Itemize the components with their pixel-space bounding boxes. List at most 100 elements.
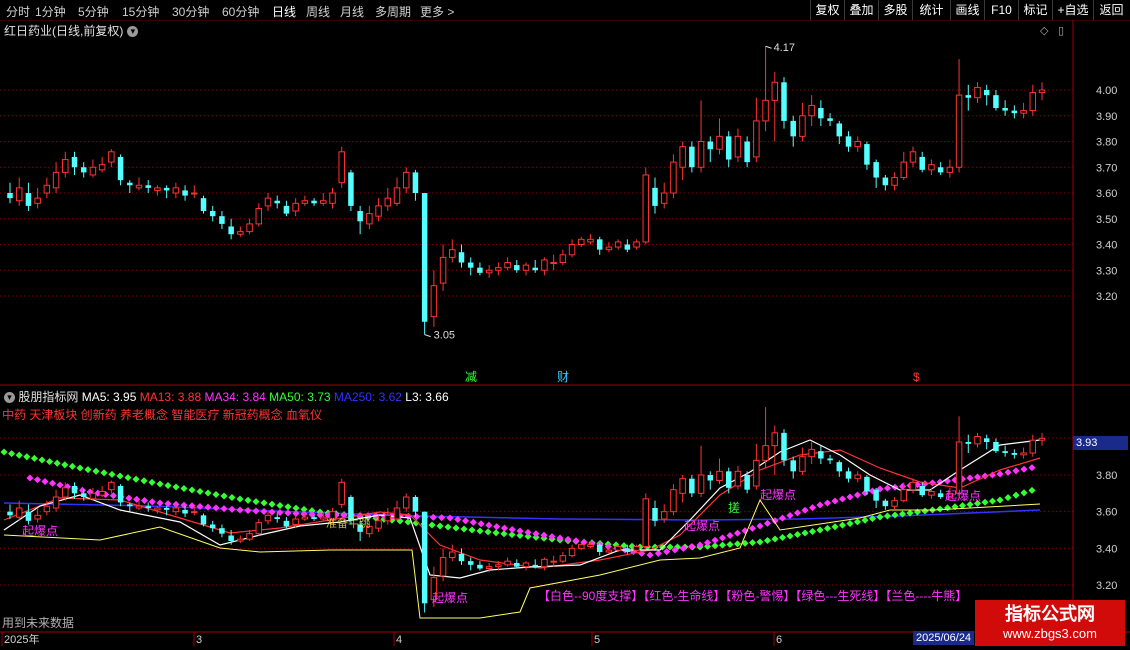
ma50-dot xyxy=(220,492,228,500)
indicator-candle-body xyxy=(670,489,677,513)
cursor-date-label: 2025/06/24 xyxy=(913,631,975,645)
ma34-dot xyxy=(846,493,854,501)
ma34-dot xyxy=(564,535,572,543)
price-tick-label: 3.80 xyxy=(1096,137,1117,149)
main-candle-body xyxy=(98,164,106,171)
indicator-candle-body xyxy=(477,564,483,569)
indicator-candle-body xyxy=(937,493,944,497)
main-candle-body xyxy=(348,172,354,206)
indicator-candle-body xyxy=(522,562,530,568)
ma34-dot xyxy=(1028,464,1036,472)
main-candle-body xyxy=(338,151,345,184)
ma50-dot xyxy=(140,477,148,485)
indicator-candle-body xyxy=(965,442,972,444)
ma34-dot xyxy=(763,519,772,527)
ma34-dot xyxy=(462,517,470,525)
indicator-candle-body xyxy=(62,487,69,498)
ma34-dot xyxy=(429,513,437,521)
indicator-title-bar: ▾ 股朋指标网 MA5: 3.95 MA13: 3.88 MA34: 3.84 … xyxy=(4,388,449,405)
indicator-candle-body xyxy=(108,481,115,491)
ma50-dot xyxy=(15,451,23,459)
indicator-candle-body xyxy=(172,507,180,513)
main-candle-body xyxy=(725,136,732,160)
ma34-dot xyxy=(33,476,42,484)
indicator-candle-body xyxy=(98,491,106,496)
indicator-candle-body xyxy=(799,456,806,472)
low-marker-label: 3.05 xyxy=(434,330,455,342)
main-candle-body xyxy=(430,285,438,318)
main-candle-body xyxy=(439,256,447,284)
ma34-dot xyxy=(524,528,532,536)
current-value-badge: 3.93 xyxy=(1073,436,1128,450)
main-candle-body xyxy=(301,200,309,204)
indicator-candle-body xyxy=(117,486,124,503)
indicator-candle-body xyxy=(458,553,465,562)
chart-canvas[interactable]: 4.00 3.90 3.80 3.70 3.60 3.50 3.40 3.30 3.20 3.80… xyxy=(0,0,1130,650)
main-candle-body xyxy=(292,202,299,212)
main-candle-body xyxy=(946,166,954,173)
main-candle-body xyxy=(228,226,234,235)
ma34-dot xyxy=(493,523,501,531)
ma50-dot xyxy=(228,493,236,502)
breakout-point-label: 起爆点 xyxy=(760,488,796,502)
indicator-candle-body xyxy=(993,442,999,452)
ma50-dot xyxy=(726,540,734,549)
ma34-dot xyxy=(244,506,252,515)
main-candle-body xyxy=(937,167,944,173)
ma50-dot xyxy=(38,456,46,464)
main-candle-body xyxy=(458,252,465,263)
ma50-dot xyxy=(188,486,196,494)
ma34-dot xyxy=(823,499,832,507)
future-data-note: 用到未来数据 xyxy=(2,616,75,630)
main-candle-body xyxy=(80,167,87,173)
indicator-candle-body xyxy=(412,497,419,512)
ma34-dot xyxy=(748,524,757,532)
main-candle-body xyxy=(568,244,576,256)
indicator-candle-body xyxy=(255,522,263,535)
ma50-dot xyxy=(156,480,164,488)
indicator-candle-body xyxy=(697,474,705,494)
main-candle-body xyxy=(541,259,548,271)
event-marker: $ xyxy=(913,370,920,384)
indicator-candle-body xyxy=(689,478,695,494)
main-candle-body xyxy=(974,86,981,99)
indicator-candle-body xyxy=(909,481,917,491)
ma50-dot xyxy=(846,519,854,528)
ma34-dot xyxy=(516,527,524,535)
indicator-candle-body xyxy=(228,535,234,541)
main-candle-body xyxy=(633,241,640,248)
indicator-candle-body xyxy=(283,520,290,527)
ma50-dot xyxy=(492,529,500,537)
main-candle-body xyxy=(375,205,382,217)
chevron-down-icon[interactable]: ▾ xyxy=(4,392,15,404)
main-candle-body xyxy=(983,90,990,96)
main-candle-body xyxy=(799,115,806,137)
ma34-dot xyxy=(212,504,220,512)
indicator-candle-body xyxy=(264,514,272,522)
ma34-dot xyxy=(793,509,802,517)
time-label: 2025年 xyxy=(4,632,39,646)
main-candle-body xyxy=(808,104,815,117)
indicator-candle-body xyxy=(596,544,603,552)
main-candle-body xyxy=(679,146,686,168)
main-candle-body xyxy=(689,146,695,168)
indicator-candle-body xyxy=(1020,452,1027,456)
indicator-candle-body xyxy=(439,557,447,577)
main-candle-body xyxy=(384,197,392,207)
indicator-candle-body xyxy=(504,560,511,566)
indicator-candle-body xyxy=(514,563,520,567)
ma34-dot xyxy=(26,474,34,482)
indicator-candle-body xyxy=(550,560,557,563)
main-candle-body xyxy=(993,95,999,109)
ma50-dot xyxy=(793,530,802,539)
ma50-dot xyxy=(460,525,468,533)
ma50-dot xyxy=(808,527,817,536)
ma34-dot xyxy=(196,502,204,511)
ma34-dot xyxy=(786,511,794,520)
indicator-candle-body xyxy=(781,432,787,461)
chevron-down-icon[interactable]: ▾ xyxy=(127,26,139,38)
event-marker: 财 xyxy=(557,370,569,384)
indicator-candle-body xyxy=(753,459,760,487)
ma50-dot xyxy=(212,490,220,499)
ma50-dot xyxy=(444,523,452,531)
